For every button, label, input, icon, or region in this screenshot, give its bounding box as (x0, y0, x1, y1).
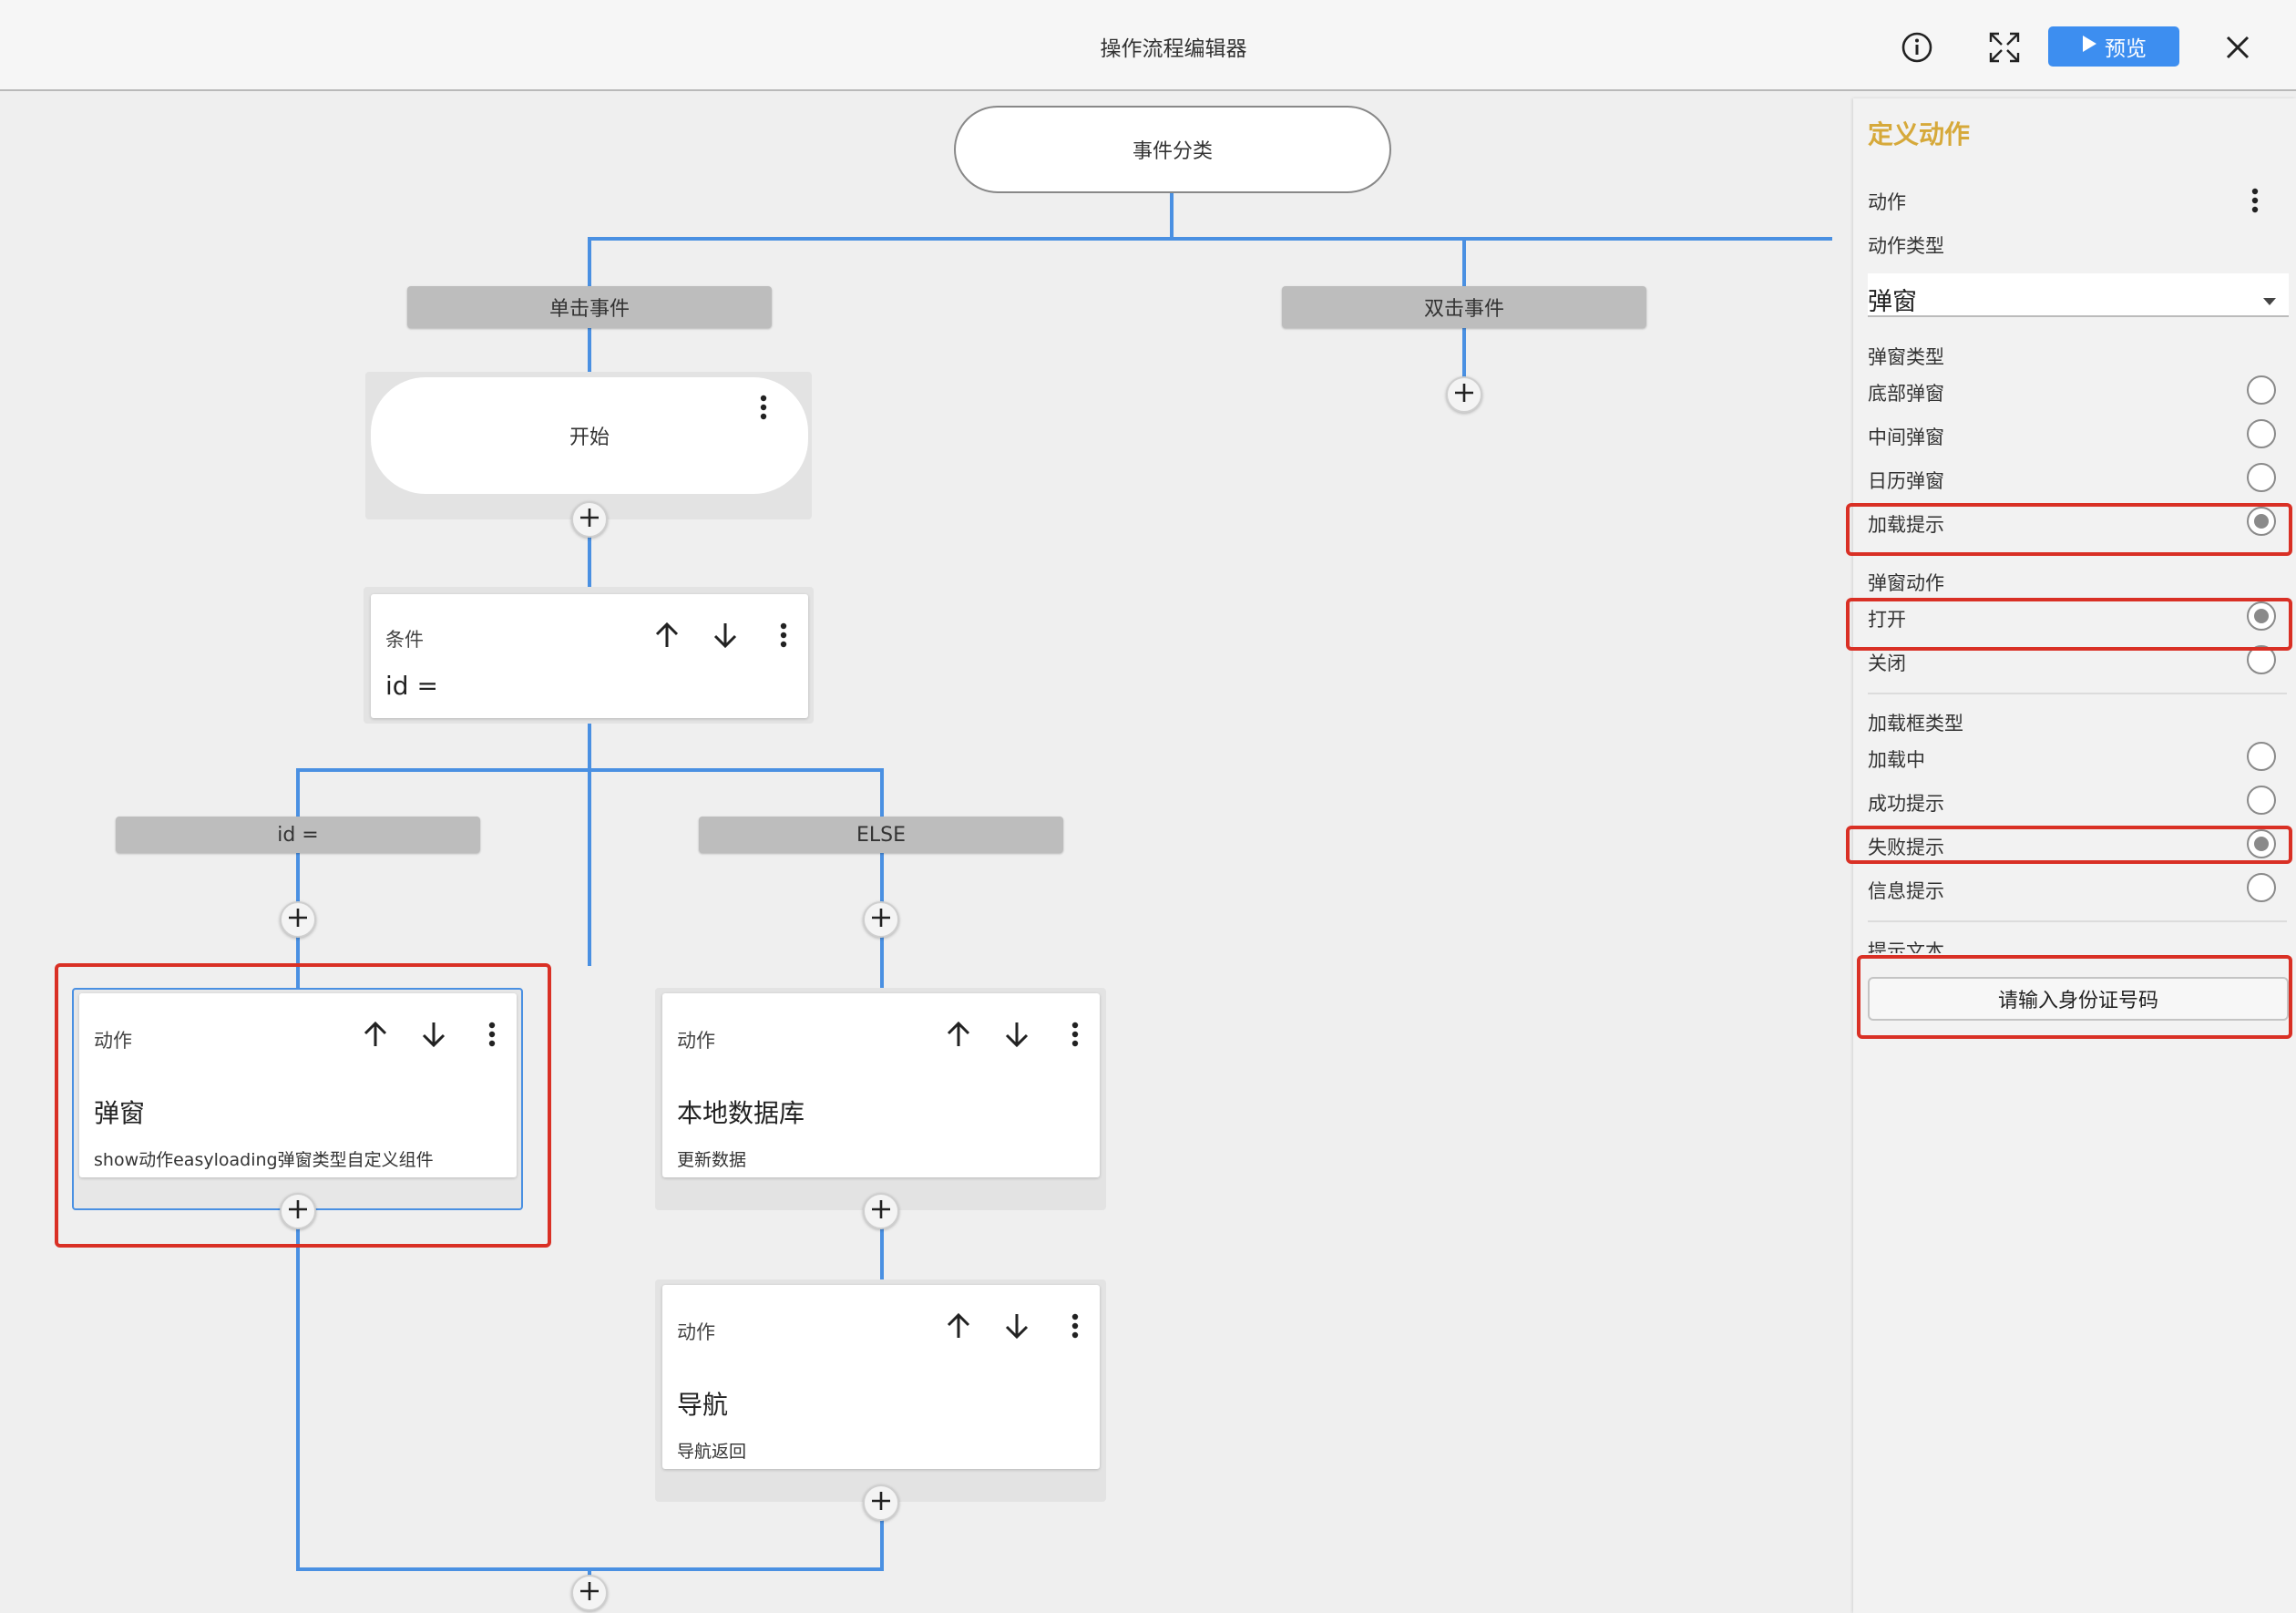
divider (1868, 920, 2287, 922)
add-node-button[interactable] (1446, 376, 1482, 413)
preview-button[interactable]: 预览 (2048, 26, 2179, 67)
condition-expression: id = (385, 671, 438, 701)
app-header: 操作流程编辑器 预览 (0, 0, 2296, 91)
info-icon[interactable] (1899, 29, 1935, 66)
panel-title: 定义动作 (1868, 119, 1971, 149)
add-node-button[interactable] (863, 1485, 899, 1521)
radio-label: 关闭 (1868, 652, 1906, 674)
action-type-label: 动作类型 (1868, 235, 1944, 257)
condition-node[interactable]: 条件 id = (371, 594, 808, 718)
add-node-button[interactable] (280, 901, 316, 938)
close-icon[interactable] (2219, 29, 2256, 66)
highlight-box (1857, 955, 2292, 1039)
hint-text-label-clip: 提示文本 (1853, 933, 2296, 953)
radio-success-hint[interactable] (2247, 786, 2276, 815)
start-node[interactable]: 开始 (371, 377, 808, 494)
page-title: 操作流程编辑器 (1100, 37, 1247, 61)
radio-label: 中间弹窗 (1868, 426, 1944, 448)
plus-icon (870, 1490, 892, 1515)
branch-label: 单击事件 (548, 298, 630, 321)
start-label: 开始 (569, 426, 610, 449)
highlight-box (1846, 826, 2292, 864)
branch-double-click-event[interactable]: 双击事件 (1282, 286, 1646, 328)
highlight-box (55, 963, 551, 1248)
popup-type-label: 弹窗类型 (1868, 346, 1944, 368)
radio-loading[interactable] (2247, 742, 2276, 771)
plus-icon (579, 507, 600, 532)
event-category-node[interactable]: 事件分类 (954, 106, 1391, 193)
radio-label: 日历弹窗 (1868, 470, 1944, 492)
radio-label: 底部弹窗 (1868, 383, 1944, 405)
more-icon[interactable] (1060, 1310, 1091, 1341)
radio-label: 加载中 (1868, 749, 1925, 771)
action-type-value: 弹窗 (1868, 288, 1917, 316)
add-node-button[interactable] (863, 1193, 899, 1229)
more-icon[interactable] (748, 392, 779, 423)
more-icon[interactable] (768, 620, 799, 651)
hint-text-label: 提示文本 (1868, 940, 1944, 953)
add-node-button[interactable] (863, 901, 899, 938)
loading-type-label: 加载框类型 (1868, 713, 1963, 735)
dropdown-arrow-icon (2263, 292, 2276, 309)
plus-icon (1453, 382, 1475, 407)
move-down-icon[interactable] (1001, 1310, 1032, 1341)
action-name: 本地数据库 (677, 1098, 805, 1128)
radio-calendar-popup[interactable] (2247, 463, 2276, 492)
flow-connector (296, 768, 884, 772)
divider (1868, 693, 2287, 694)
plus-icon (870, 1198, 892, 1224)
action-description: 导航返回 (677, 1442, 747, 1462)
move-down-icon[interactable] (1001, 1019, 1032, 1050)
play-icon (2081, 35, 2097, 58)
action-kind: 动作 (677, 1321, 715, 1343)
add-node-button[interactable] (571, 1575, 608, 1611)
radio-label: 成功提示 (1868, 793, 1944, 815)
popup-action-label: 弹窗动作 (1868, 572, 1944, 594)
more-icon[interactable] (2240, 185, 2270, 216)
event-category-label: 事件分类 (1132, 140, 1213, 163)
action-node-navigation[interactable]: 动作 导航 导航返回 (662, 1285, 1100, 1469)
branch-label: ELSE (856, 823, 907, 847)
plus-icon (870, 907, 892, 932)
fullscreen-icon[interactable] (1986, 29, 2023, 66)
move-up-icon[interactable] (651, 620, 682, 651)
add-node-button[interactable] (571, 501, 608, 538)
flow-connector (588, 237, 1832, 241)
branch-else[interactable]: ELSE (699, 817, 1063, 853)
move-up-icon[interactable] (943, 1310, 974, 1341)
plus-icon (579, 1580, 600, 1606)
plus-icon (287, 907, 309, 932)
action-description: 更新数据 (677, 1150, 747, 1170)
branch-id-condition[interactable]: id = (116, 817, 480, 853)
highlight-box (1846, 598, 2292, 651)
radio-center-popup[interactable] (2247, 419, 2276, 448)
branch-label: 双击事件 (1423, 298, 1504, 321)
radio-info-hint[interactable] (2247, 873, 2276, 902)
branch-click-event[interactable]: 单击事件 (407, 286, 772, 328)
radio-label: 信息提示 (1868, 880, 1944, 902)
action-type-select[interactable]: 弹窗 (1868, 273, 2289, 317)
radio-bottom-popup[interactable] (2247, 375, 2276, 405)
action-label: 动作 (1868, 191, 1906, 213)
action-kind: 动作 (677, 1030, 715, 1052)
move-down-icon[interactable] (710, 620, 741, 651)
more-icon[interactable] (1060, 1019, 1091, 1050)
branch-label: id = (277, 823, 319, 847)
condition-kind: 条件 (385, 629, 424, 651)
flow-connector (1170, 193, 1174, 241)
define-action-panel: 定义动作 动作 动作类型 弹窗 弹窗类型 底部弹窗 中间弹窗 日历弹窗 加载提示… (1846, 98, 2296, 1613)
action-node-local-db[interactable]: 动作 本地数据库 更新数据 (662, 993, 1100, 1177)
move-up-icon[interactable] (943, 1019, 974, 1050)
preview-label: 预览 (2105, 37, 2147, 61)
action-name: 导航 (677, 1390, 729, 1420)
highlight-box (1846, 503, 2292, 556)
